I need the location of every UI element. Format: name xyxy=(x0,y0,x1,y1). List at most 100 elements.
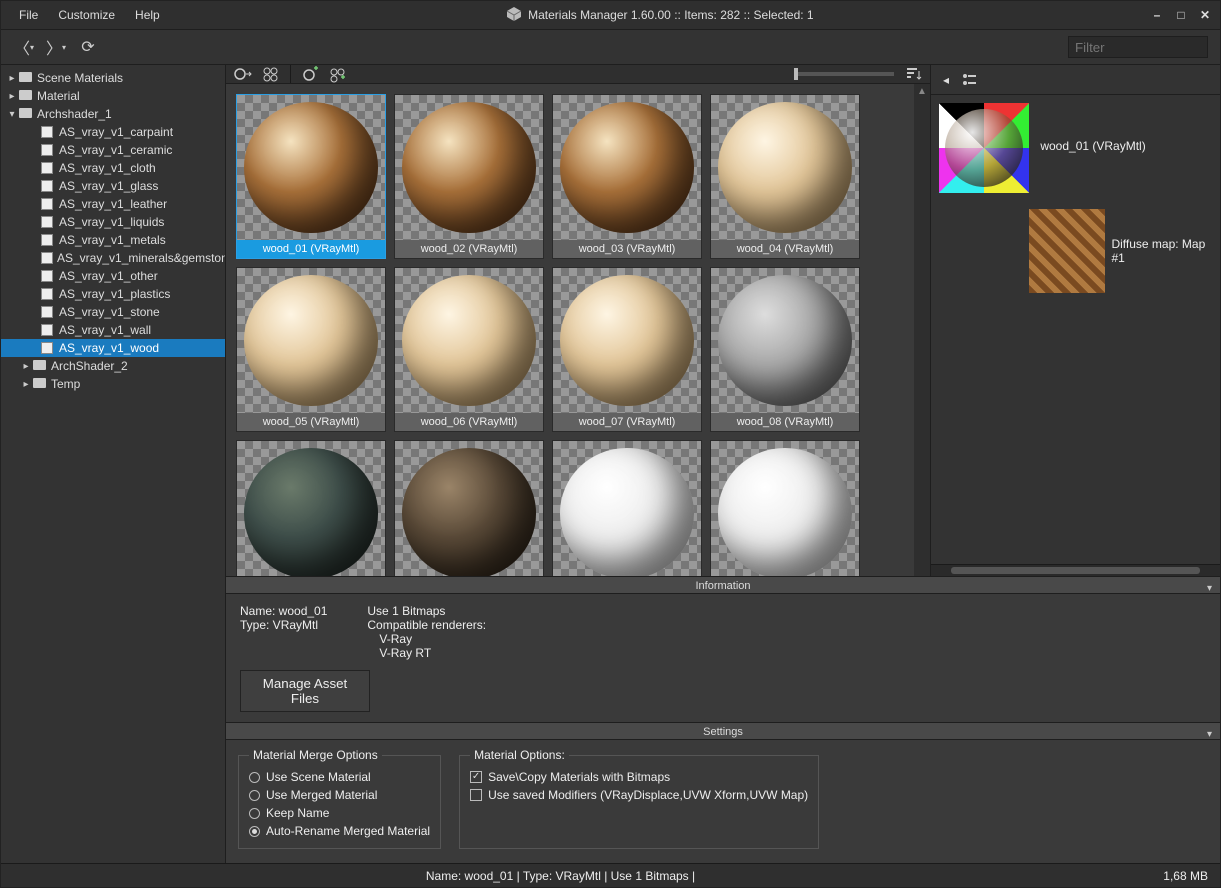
add-material-icon[interactable] xyxy=(301,65,319,83)
radio-use-merged[interactable] xyxy=(249,790,260,801)
radio-use-scene[interactable] xyxy=(249,772,260,783)
preview-map-label: Diffuse map: Map #1 xyxy=(1111,237,1212,265)
information-panel: Name: wood_01 Type: VRayMtl Use 1 Bitmap… xyxy=(226,594,1220,722)
tree-item[interactable]: Material xyxy=(37,89,80,103)
tree-item[interactable]: ArchShader_2 xyxy=(51,359,128,373)
material-file-icon xyxy=(41,324,53,336)
tree-item-label: AS_vray_v1_glass xyxy=(59,179,158,193)
tree-item-label: AS_vray_v1_plastics xyxy=(59,287,170,301)
tree-item-AS_vray_v1_carpaint[interactable]: AS_vray_v1_carpaint xyxy=(1,123,225,141)
folder-icon xyxy=(19,72,32,82)
tree-item-label: AS_vray_v1_ceramic xyxy=(59,143,172,157)
tree-item-label: AS_vray_v1_wood xyxy=(59,341,159,355)
status-bar: Name: wood_01 | Type: VRayMtl | Use 1 Bi… xyxy=(1,863,1220,887)
tree-item-AS_vray_v1_metals[interactable]: AS_vray_v1_metals xyxy=(1,231,225,249)
material-file-icon xyxy=(41,126,53,138)
assign-to-editor-icon[interactable] xyxy=(262,65,280,83)
material-thumbnail[interactable]: wood_08 (VRayMtl) xyxy=(710,267,860,432)
thumb-scrollbar[interactable]: ▲▼ xyxy=(914,84,930,615)
preview-scrollbar[interactable] xyxy=(931,564,1220,576)
nav-toolbar: 〈▾ 〉▾ ⟳ xyxy=(1,29,1220,65)
material-thumbnail[interactable]: wood_05 (VRayMtl) xyxy=(236,267,386,432)
minimize-button[interactable]: – xyxy=(1150,8,1164,22)
material-file-icon xyxy=(41,252,53,264)
material-thumbnail[interactable]: wood_06 (VRayMtl) xyxy=(394,267,544,432)
thumb-label: wood_05 (VRayMtl) xyxy=(237,413,385,431)
preview-material-label: wood_01 (VRayMtl) xyxy=(1040,103,1145,153)
thumb-label: wood_07 (VRayMtl) xyxy=(553,413,701,431)
material-thumbnail[interactable]: wood_01 (VRayMtl) xyxy=(236,94,386,259)
nav-refresh-button[interactable]: ⟳ xyxy=(77,36,99,58)
material-thumbnail[interactable]: wood_03 (VRayMtl) xyxy=(552,94,702,259)
folder-icon xyxy=(33,360,46,370)
preview-collapse-icon[interactable]: ◂ xyxy=(937,71,955,89)
tree-item-AS_vray_v1_other[interactable]: AS_vray_v1_other xyxy=(1,267,225,285)
radio-auto-rename[interactable] xyxy=(249,826,260,837)
info-type: Type: VRayMtl xyxy=(240,618,327,632)
merge-options-group: Material Merge Options Use Scene Materia… xyxy=(238,748,441,849)
sort-icon[interactable] xyxy=(904,65,922,83)
thumb-label: wood_01 (VRayMtl) xyxy=(237,240,385,258)
tree-item-label: AS_vray_v1_stone xyxy=(59,305,160,319)
tree-item-AS_vray_v1_ceramic[interactable]: AS_vray_v1_ceramic xyxy=(1,141,225,159)
check-save-copy[interactable] xyxy=(470,771,482,783)
info-name: Name: wood_01 xyxy=(240,604,327,618)
library-tree[interactable]: ▸ Scene Materials ▸ Material ▾ Archshade… xyxy=(1,65,226,863)
preview-sphere[interactable] xyxy=(939,103,1029,193)
thumb-label: wood_08 (VRayMtl) xyxy=(711,413,859,431)
add-from-editor-icon[interactable] xyxy=(329,65,347,83)
tree-item-AS_vray_v1_minerals&gemstone[interactable]: AS_vray_v1_minerals&gemstone xyxy=(1,249,225,267)
material-thumbnail[interactable]: wood_04 (VRayMtl) xyxy=(710,94,860,259)
material-file-icon xyxy=(41,288,53,300)
nav-back-button[interactable]: 〈▾ xyxy=(13,36,35,58)
material-file-icon xyxy=(41,198,53,210)
menu-help[interactable]: Help xyxy=(125,4,170,26)
expand-icon[interactable]: ▸ xyxy=(19,379,33,390)
preview-panel: ◂ wood_01 (VRayMtl) Diffuse map: Map #1 xyxy=(930,65,1220,576)
tree-item-AS_vray_v1_wood[interactable]: AS_vray_v1_wood xyxy=(1,339,225,357)
tree-item-AS_vray_v1_plastics[interactable]: AS_vray_v1_plastics xyxy=(1,285,225,303)
tree-item-label: AS_vray_v1_cloth xyxy=(59,161,156,175)
radio-keep-name[interactable] xyxy=(249,808,260,819)
tree-item[interactable]: Scene Materials xyxy=(37,71,123,85)
tree-item-AS_vray_v1_liquids[interactable]: AS_vray_v1_liquids xyxy=(1,213,225,231)
assign-to-selection-icon[interactable] xyxy=(234,65,252,83)
preview-map-thumb[interactable] xyxy=(1029,209,1105,293)
close-button[interactable]: ✕ xyxy=(1198,8,1212,22)
material-file-icon xyxy=(41,234,53,246)
thumbnail-zoom-slider[interactable] xyxy=(794,72,894,76)
tree-item-AS_vray_v1_glass[interactable]: AS_vray_v1_glass xyxy=(1,177,225,195)
nav-forward-button[interactable]: 〉▾ xyxy=(45,36,67,58)
manage-asset-files-button[interactable]: Manage Asset Files xyxy=(240,670,370,712)
material-file-icon xyxy=(41,144,53,156)
expand-icon[interactable]: ▸ xyxy=(19,361,33,372)
tree-item[interactable]: Temp xyxy=(51,377,80,391)
tree-item-AS_vray_v1_cloth[interactable]: AS_vray_v1_cloth xyxy=(1,159,225,177)
tree-item-label: AS_vray_v1_carpaint xyxy=(59,125,173,139)
material-file-icon xyxy=(41,270,53,282)
tree-item-AS_vray_v1_stone[interactable]: AS_vray_v1_stone xyxy=(1,303,225,321)
info-bitmaps: Use 1 Bitmaps xyxy=(367,604,486,618)
thumb-label: wood_02 (VRayMtl) xyxy=(395,240,543,258)
material-thumbnail[interactable]: wood_07 (VRayMtl) xyxy=(552,267,702,432)
filter-input[interactable] xyxy=(1068,36,1208,58)
status-size: 1,68 MB xyxy=(1108,869,1208,883)
maximize-button[interactable]: □ xyxy=(1174,8,1188,22)
tree-item-label: AS_vray_v1_wall xyxy=(59,323,151,337)
tree-item-AS_vray_v1_wall[interactable]: AS_vray_v1_wall xyxy=(1,321,225,339)
menu-file[interactable]: File xyxy=(9,4,48,26)
section-information-header[interactable]: Information▾ xyxy=(226,576,1220,594)
material-thumbnail[interactable]: wood_02 (VRayMtl) xyxy=(394,94,544,259)
check-use-modifiers[interactable] xyxy=(470,789,482,801)
tree-item[interactable]: Archshader_1 xyxy=(37,107,112,121)
tree-item-AS_vray_v1_leather[interactable]: AS_vray_v1_leather xyxy=(1,195,225,213)
expand-icon[interactable]: ▸ xyxy=(5,73,19,84)
material-file-icon xyxy=(41,162,53,174)
preview-options-icon[interactable] xyxy=(961,71,979,89)
folder-icon xyxy=(19,108,32,118)
section-settings-header[interactable]: Settings▾ xyxy=(226,722,1220,740)
thumbnail-grid[interactable]: wood_01 (VRayMtl) wood_02 (VRayMtl) wood_0… xyxy=(226,84,914,615)
collapse-icon[interactable]: ▾ xyxy=(5,109,19,120)
expand-icon[interactable]: ▸ xyxy=(5,91,19,102)
menu-customize[interactable]: Customize xyxy=(48,4,125,26)
